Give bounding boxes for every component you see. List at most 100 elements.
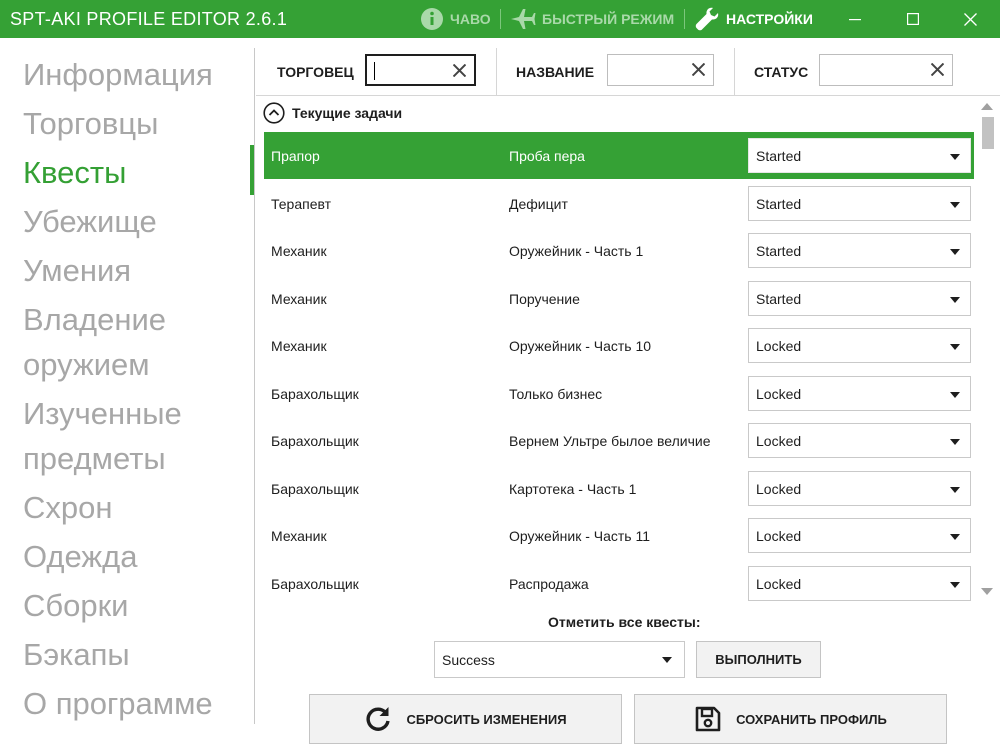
sidebar-item-hideout[interactable]: Убежище	[23, 199, 157, 244]
quest-status-dropdown[interactable]: Locked	[748, 518, 971, 553]
quest-name: Оружейник - Часть 11	[509, 528, 651, 544]
dropdown-arrow-icon	[950, 201, 960, 208]
quest-trader: Прапор	[271, 148, 320, 164]
table-row[interactable]: Терапевт Дефицит Started	[264, 180, 974, 227]
dropdown-arrow-icon	[950, 344, 960, 350]
table-row[interactable]: Механик Оружейник - Часть 1 Started	[264, 227, 974, 274]
quest-status-dropdown[interactable]: Locked	[748, 375, 971, 411]
sidebar-item-traders[interactable]: Торговцы	[23, 101, 158, 146]
close-icon	[963, 12, 977, 26]
scrollbar-thumb[interactable]	[982, 117, 994, 149]
dropdown-arrow-icon	[950, 534, 960, 540]
dropdown-arrow-icon	[950, 581, 960, 588]
table-row[interactable]: Механик Поручение Started	[264, 275, 974, 322]
quest-status: Started	[756, 290, 802, 307]
current-quests-header[interactable]: Текущие задачи	[263, 102, 402, 124]
sidebar-item-info[interactable]: Информация	[23, 52, 213, 97]
minimize-icon	[849, 19, 861, 21]
quest-status-dropdown[interactable]: Started	[748, 185, 971, 221]
clear-icon[interactable]	[453, 64, 466, 77]
settings-button[interactable]: НАСТРОЙКИ	[694, 0, 813, 38]
close-button[interactable]	[950, 0, 990, 38]
quest-name: Оружейник - Часть 1	[509, 243, 644, 259]
faq-label: ЧАВО	[450, 11, 491, 27]
sidebar-divider	[254, 48, 255, 724]
quest-status-dropdown[interactable]: Started	[748, 280, 971, 316]
maximize-button[interactable]	[893, 0, 933, 38]
quest-trader: Механик	[271, 243, 327, 259]
scroll-down-arrow-icon[interactable]	[981, 588, 993, 595]
name-filter-label: НАЗВАНИЕ	[516, 64, 595, 80]
save-icon	[695, 706, 721, 732]
dropdown-arrow-icon	[950, 486, 960, 493]
collapse-icon[interactable]	[263, 102, 285, 124]
quest-trader: Механик	[271, 338, 327, 354]
quest-trader: Барахольщик	[271, 480, 359, 497]
quest-status: Locked	[756, 338, 802, 354]
table-row[interactable]: Механик Оружейник - Часть 10 Locked	[264, 322, 974, 369]
settings-label: НАСТРОЙКИ	[726, 11, 813, 27]
clear-icon[interactable]	[692, 63, 705, 76]
table-row[interactable]: Прапор Проба пера Started	[264, 132, 974, 179]
quest-status: Started	[756, 148, 802, 164]
wrench-icon	[695, 7, 719, 31]
sidebar-item-clothing[interactable]: Одежда	[23, 534, 137, 579]
quest-trader: Терапевт	[271, 195, 332, 212]
status-filter-input[interactable]	[819, 54, 953, 86]
quest-status-dropdown[interactable]: Started	[748, 138, 971, 173]
titlebar-separator	[500, 9, 501, 29]
text-caret	[374, 62, 375, 80]
trader-filter-input[interactable]	[365, 54, 476, 86]
quest-status-dropdown[interactable]: Locked	[748, 565, 971, 601]
quest-name: Дефицит	[509, 195, 568, 212]
clear-icon[interactable]	[931, 63, 944, 76]
sidebar-item-about[interactable]: О программе	[23, 681, 213, 726]
mark-all-status-dropdown[interactable]: Success	[434, 641, 685, 678]
dropdown-arrow-icon	[950, 154, 960, 160]
table-row[interactable]: Барахольщик Распродажа Locked	[264, 560, 974, 607]
table-row[interactable]: Барахольщик Вернем Ультре былое величие …	[264, 417, 974, 464]
quest-status: Locked	[756, 385, 802, 402]
quest-status-dropdown[interactable]: Locked	[748, 328, 971, 363]
quest-name: Картотека - Часть 1	[509, 480, 637, 497]
reset-changes-button[interactable]: СБРОСИТЬ ИЗМЕНЕНИЯ	[309, 694, 622, 744]
quest-status: Started	[756, 195, 802, 212]
reset-label: СБРОСИТЬ ИЗМЕНЕНИЯ	[406, 711, 567, 727]
sidebar-item-examined-items-line2[interactable]: предметы	[23, 436, 166, 481]
faq-button[interactable]: ЧАВО	[420, 0, 491, 38]
quest-status: Locked	[756, 480, 802, 497]
sidebar-item-stash[interactable]: Схрон	[23, 485, 113, 530]
sidebar-item-quests[interactable]: Квесты	[23, 150, 126, 195]
scroll-up-arrow-icon[interactable]	[981, 103, 993, 110]
sidebar-item-backups[interactable]: Бэкапы	[23, 632, 130, 677]
quest-table: Прапор Проба пера Started Терапевт Дефиц…	[264, 132, 974, 610]
quest-status: Started	[756, 243, 802, 259]
fast-mode-label: БЫСТРЫЙ РЕЖИМ	[542, 11, 675, 27]
sidebar-item-weapon-mastery-line2[interactable]: оружием	[23, 342, 150, 387]
quest-trader: Барахольщик	[271, 385, 359, 402]
sidebar-item-skills[interactable]: Умения	[23, 248, 131, 293]
dropdown-arrow-icon	[950, 391, 960, 398]
filter-separator	[734, 48, 735, 96]
quest-trader: Барахольщик	[271, 575, 359, 592]
app-title: SPT-AKI PROFILE EDITOR 2.6.1	[10, 9, 288, 29]
quest-name: Только бизнес	[509, 385, 603, 402]
sidebar-item-builds[interactable]: Сборки	[23, 583, 129, 628]
minimize-button[interactable]	[835, 0, 875, 38]
fast-mode-button[interactable]: БЫСТРЫЙ РЕЖИМ	[510, 0, 674, 38]
sidebar-item-weapon-mastery[interactable]: Владение	[23, 297, 166, 342]
execute-button[interactable]: ВЫПОЛНИТЬ	[696, 641, 821, 678]
quest-status-dropdown[interactable]: Started	[748, 233, 971, 268]
table-row[interactable]: Барахольщик Картотека - Часть 1 Locked	[264, 465, 974, 512]
trader-filter-label: ТОРГОВЕЦ	[277, 64, 354, 80]
name-filter-input[interactable]	[607, 54, 714, 86]
save-profile-button[interactable]: СОХРАНИТЬ ПРОФИЛЬ	[634, 694, 947, 744]
filter-bar: ТОРГОВЕЦ НАЗВАНИЕ СТАТУС	[256, 48, 1000, 96]
quest-status-dropdown[interactable]: Locked	[748, 423, 971, 458]
quest-name: Распродажа	[509, 575, 589, 592]
quest-status-dropdown[interactable]: Locked	[748, 470, 971, 506]
table-row[interactable]: Барахольщик Только бизнес Locked	[264, 370, 974, 417]
table-row[interactable]: Механик Оружейник - Часть 11 Locked	[264, 512, 974, 559]
mark-all-label: Отметить все квесты:	[548, 614, 701, 630]
sidebar-item-examined-items[interactable]: Изученные	[23, 391, 182, 436]
